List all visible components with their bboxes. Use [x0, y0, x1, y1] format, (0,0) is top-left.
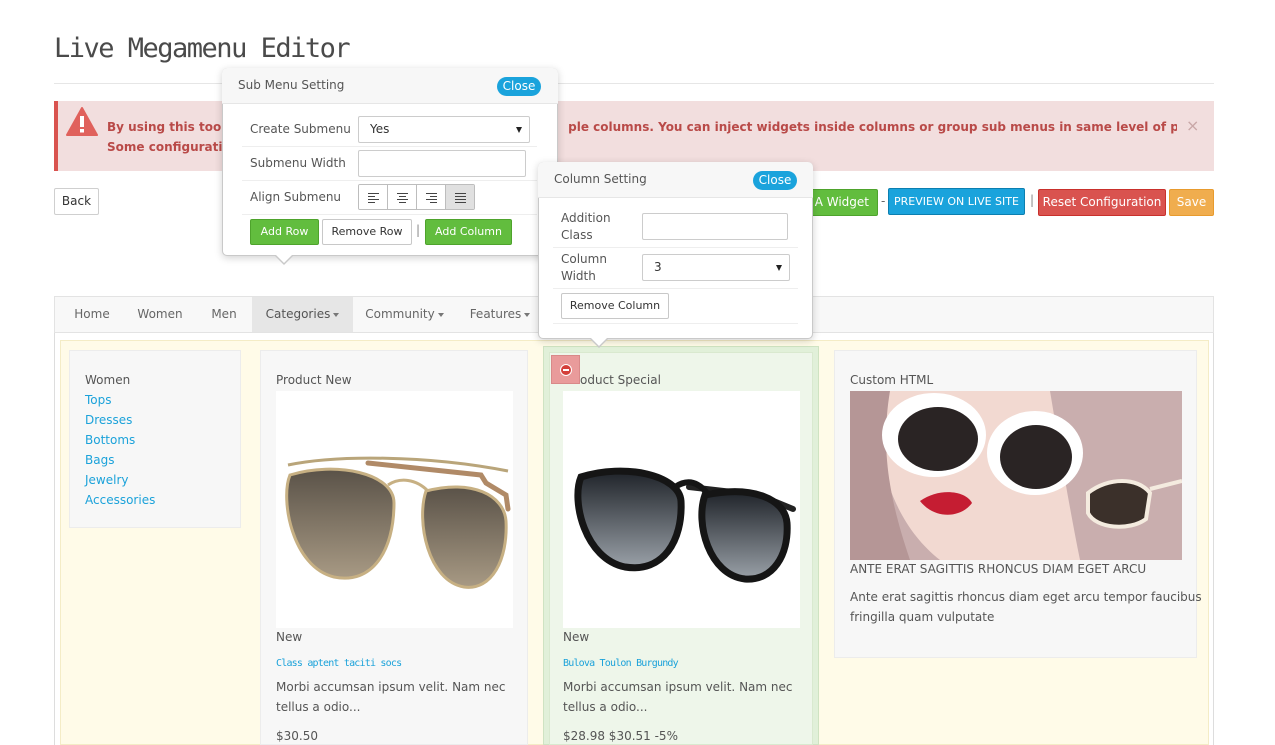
form-divider [242, 214, 537, 215]
warning-triangle-icon [66, 107, 98, 136]
back-button[interactable]: Back [54, 188, 99, 215]
addition-class-input[interactable] [642, 213, 788, 240]
submenu-popup-title: Sub Menu Setting [238, 78, 345, 92]
remove-circle-icon [560, 364, 572, 376]
remove-row-button[interactable]: Remove Row [322, 219, 412, 245]
menu-item-label: Categories [265, 307, 331, 321]
product-new-name-link[interactable]: Class aptent taciti socs [276, 658, 402, 669]
product-new-desc-line1: Morbi accumsan ipsum velit. Nam nec [276, 680, 506, 694]
form-divider [242, 146, 537, 147]
menu-item-label: Community [365, 307, 435, 321]
column-width-label-line2: Width [561, 269, 596, 283]
caret-down-icon [524, 312, 531, 317]
addition-class-label-line1: Addition [561, 211, 611, 225]
product-special-badge: New [563, 630, 590, 644]
addition-class-label-line2: Class [561, 228, 593, 242]
add-column-button[interactable]: Add Column [425, 219, 512, 245]
reset-configuration-button[interactable]: Reset Configuration [1038, 189, 1166, 216]
form-divider [553, 288, 798, 289]
category-link-dresses[interactable]: Dresses [85, 413, 132, 427]
black-sunglasses-image [574, 467, 796, 583]
category-link-bags[interactable]: Bags [85, 453, 114, 467]
create-submenu-value: Yes [370, 122, 390, 136]
form-divider [553, 247, 798, 248]
category-link-tops[interactable]: Tops [85, 393, 112, 407]
category-link-bottoms[interactable]: Bottoms [85, 433, 135, 447]
submenu-width-label: Submenu Width [250, 156, 346, 170]
product-special-desc-line2: tellus a odio... [563, 700, 648, 714]
menu-item-community[interactable]: Community [357, 297, 452, 332]
alert-close-icon[interactable]: × [1186, 116, 1199, 135]
addition-class-label: Addition Class [561, 210, 611, 244]
alert-text-end: ple columns. You can inject widgets insi… [568, 120, 1177, 134]
add-row-button[interactable]: Add Row [250, 219, 319, 245]
form-divider [242, 180, 537, 181]
menu-item-label: Home [74, 307, 110, 321]
product-special-name-link[interactable]: Bulova Toulon Burgundy [563, 658, 679, 669]
column-width-value: 3 [654, 260, 662, 274]
remove-column-button[interactable]: Remove Column [561, 293, 669, 319]
menu-item-label: Features [469, 307, 522, 321]
toolbar-dash: - [881, 194, 886, 208]
column-popup-title: Column Setting [554, 172, 647, 186]
menu-item-label: Women [137, 307, 183, 321]
menu-item-categories[interactable]: Categories [252, 297, 353, 332]
column-width-label-line1: Column [561, 252, 607, 266]
save-button[interactable]: Save [1169, 189, 1214, 216]
product-image-aviator-gold[interactable] [276, 391, 513, 628]
create-submenu-label: Create Submenu [250, 122, 351, 136]
align-justify-icon[interactable] [446, 185, 474, 209]
product-special-price: $28.98 $30.51 -5% [563, 729, 678, 743]
create-submenu-select[interactable]: Yes [358, 116, 530, 143]
submenu-popup-close-button[interactable]: Close [497, 77, 541, 96]
menu-item-women[interactable]: Women [126, 297, 194, 332]
custom-html-heading: Custom HTML [850, 373, 934, 387]
women-heading: Women [85, 373, 131, 387]
category-link-accessories[interactable]: Accessories [85, 493, 155, 507]
aviator-sunglasses-image [285, 456, 511, 589]
align-center-icon[interactable] [388, 185, 417, 209]
custom-html-desc-line1: Ante erat sagittis rhoncus diam eget arc… [850, 590, 1202, 604]
caret-down-icon [437, 312, 444, 317]
product-new-price: $30.50 [276, 729, 318, 743]
select-caret-icon [776, 265, 782, 271]
button-separator: | [416, 223, 421, 237]
popup-pointer [275, 255, 293, 265]
menu-item-features[interactable]: Features [460, 297, 540, 332]
product-special-desc-line1: Morbi accumsan ipsum velit. Nam nec [563, 680, 793, 694]
preview-live-site-button[interactable]: PREVIEW ON LIVE SITE [888, 188, 1025, 215]
product-special-heading: oduct Special [580, 373, 661, 387]
product-image-aviator-black[interactable] [563, 391, 800, 628]
menu-item-men[interactable]: Men [199, 297, 249, 332]
popup-pointer [590, 338, 608, 348]
select-caret-icon [516, 127, 522, 133]
submenu-width-input[interactable] [358, 150, 526, 177]
product-new-desc-line2: tellus a odio... [276, 700, 361, 714]
align-submenu-label: Align Submenu [250, 190, 342, 204]
menu-item-home[interactable]: Home [65, 297, 119, 332]
page-title: Live Megamenu Editor [54, 33, 351, 64]
toolbar-separator: | [1030, 193, 1035, 207]
align-right-icon[interactable] [417, 185, 446, 209]
product-new-badge: New [276, 630, 303, 644]
custom-html-desc-line2: fringilla quam vulputate [850, 610, 995, 624]
remove-column-icon[interactable] [551, 355, 580, 384]
custom-html-banner-image[interactable] [850, 391, 1182, 560]
alert-text-line2: Some configuration [107, 140, 240, 154]
product-new-heading: Product New [276, 373, 352, 387]
column-popup-close-button[interactable]: Close [753, 171, 797, 190]
column-width-select[interactable]: 3 [642, 254, 790, 281]
menu-item-label: Men [211, 307, 237, 321]
column-width-label: Column Width [561, 251, 607, 285]
custom-html-caption: ANTE ERAT SAGITTIS RHONCUS DIAM EGET ARC… [850, 562, 1147, 576]
align-left-icon[interactable] [359, 185, 388, 209]
model-sunglasses-image [850, 391, 1182, 560]
form-divider [553, 323, 798, 324]
caret-down-icon [333, 312, 340, 317]
align-submenu-group [358, 184, 475, 210]
category-link-jewelry[interactable]: Jewelry [85, 473, 129, 487]
